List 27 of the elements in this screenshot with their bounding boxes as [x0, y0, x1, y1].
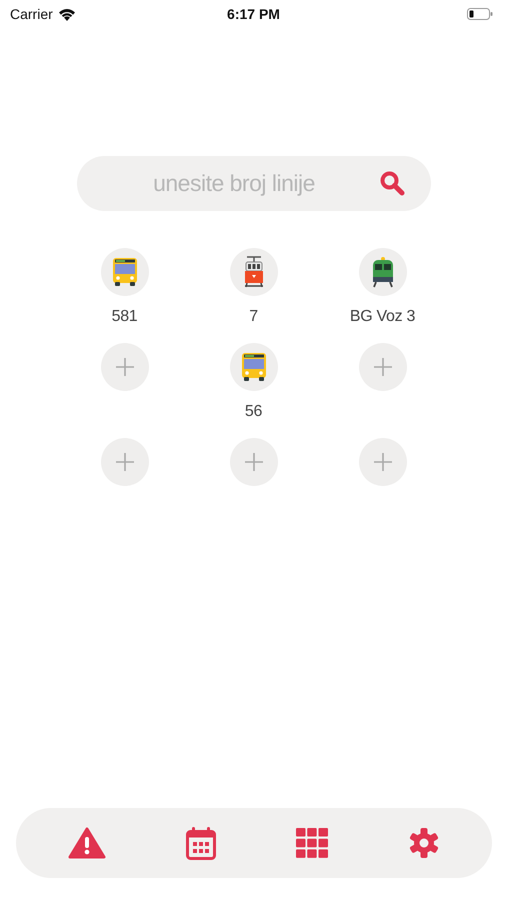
wifi-icon — [58, 8, 76, 20]
calendar-icon — [186, 826, 216, 860]
plus-icon — [116, 453, 134, 471]
carrier-label: Carrier — [10, 6, 53, 22]
clock: 6:17 PM — [227, 6, 280, 22]
line-number: BG Voz 3 — [350, 308, 416, 326]
warning-icon — [68, 827, 106, 859]
grid-icon — [296, 828, 328, 858]
settings-icon — [408, 827, 440, 859]
favorite-line-button[interactable] — [100, 248, 148, 296]
bus-icon — [112, 257, 138, 287]
bus-icon — [240, 352, 266, 382]
plus-icon — [374, 358, 392, 376]
favorite-line-button[interactable] — [230, 343, 278, 391]
plus-icon — [116, 358, 134, 376]
plus-icon — [244, 453, 262, 471]
search-icon[interactable] — [379, 170, 405, 196]
line-number: 581 — [112, 308, 138, 326]
battery-icon — [467, 8, 493, 20]
favorite-line-button[interactable] — [230, 248, 278, 296]
plus-icon — [374, 453, 392, 471]
train-icon — [370, 256, 394, 288]
tram-icon — [242, 256, 264, 288]
line-number: 56 — [244, 403, 262, 421]
favorite-line-button[interactable] — [358, 248, 406, 296]
search-field[interactable]: unesite broj linije — [77, 156, 431, 211]
line-number: 7 — [249, 308, 258, 326]
